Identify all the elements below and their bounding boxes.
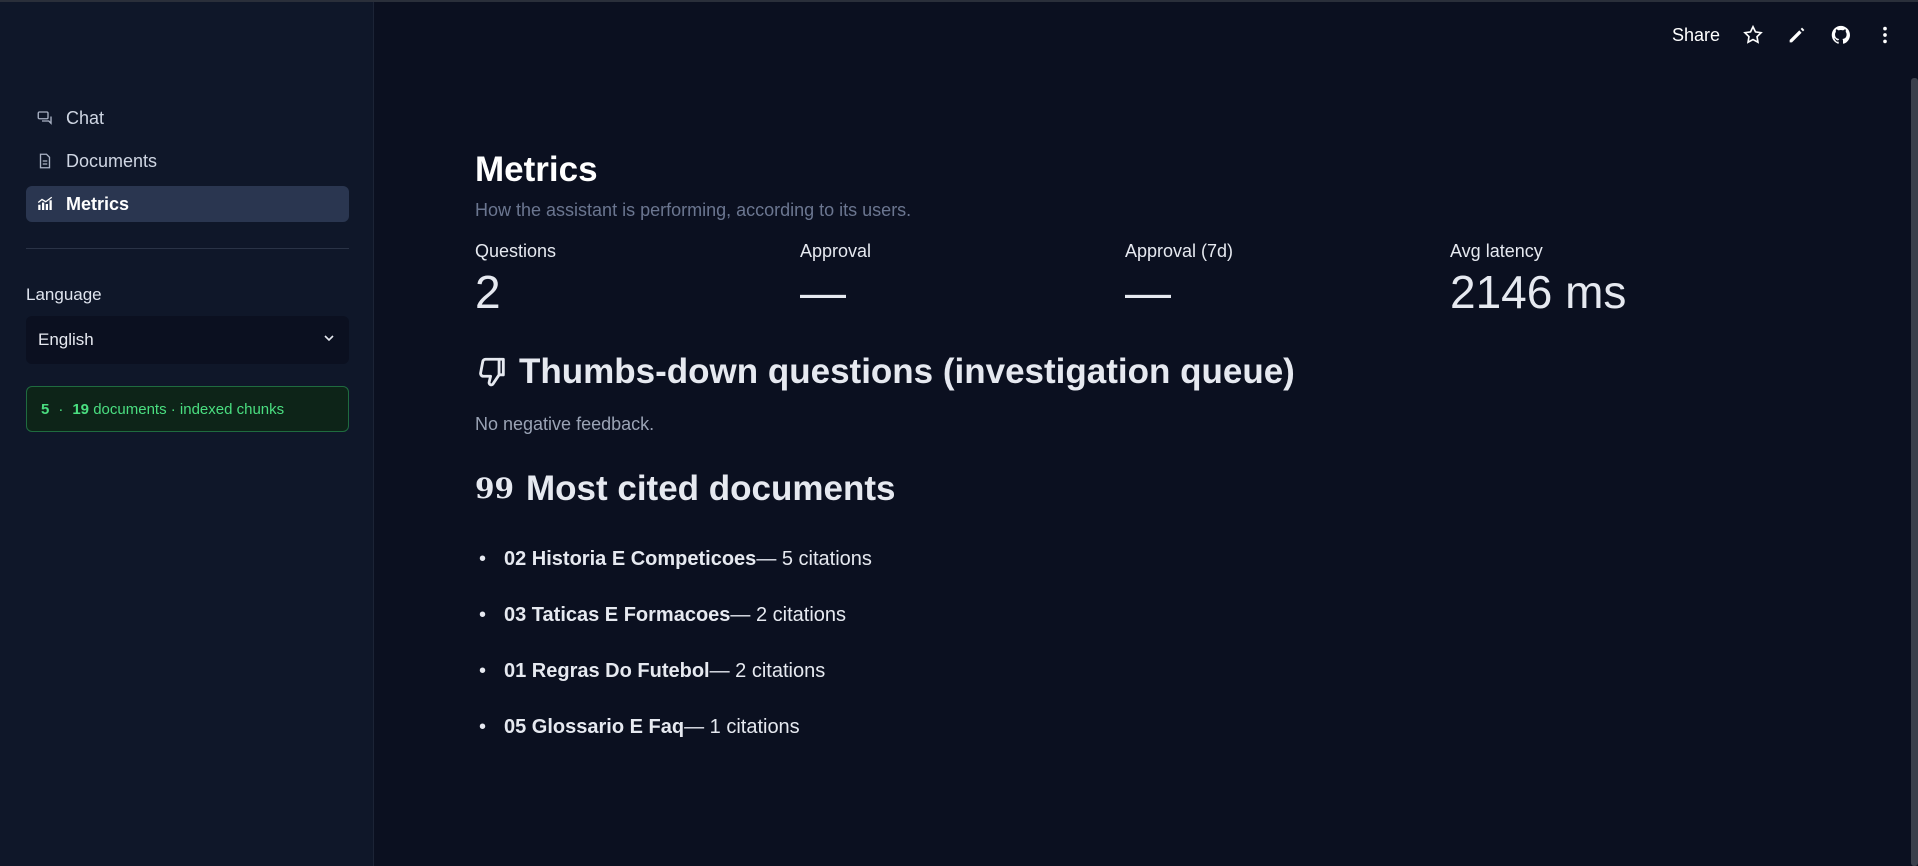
cited-documents-list: • 02 Historia E Competicoes — 5 citation… bbox=[475, 531, 1775, 755]
list-bullet: • bbox=[479, 715, 487, 738]
status-count-a: 5 bbox=[41, 400, 50, 418]
share-button[interactable]: Share bbox=[1672, 25, 1720, 46]
thumbs-down-icon bbox=[475, 355, 509, 389]
document-name: 01 Regras Do Futebol bbox=[504, 659, 710, 682]
chat-icon bbox=[36, 109, 54, 127]
stat-label: Approval bbox=[800, 241, 872, 261]
sidebar-item-label: Chat bbox=[66, 107, 105, 128]
language-value: English bbox=[38, 330, 94, 349]
metrics-content: Metrics How the assistant is performing,… bbox=[475, 150, 1775, 755]
stats-row: Questions 2 Approval — Approval (7d) — A… bbox=[475, 241, 1775, 318]
stat-approval: Approval — bbox=[800, 241, 1125, 318]
list-bullet: • bbox=[479, 659, 487, 682]
citation-count: — 5 citations bbox=[756, 547, 872, 570]
status-text: documents · indexed chunks bbox=[93, 400, 285, 418]
index-status-badge: 5 · 19 documents · indexed chunks bbox=[26, 386, 349, 432]
sidebar-divider bbox=[26, 248, 349, 249]
sidebar-item-chat[interactable]: Chat bbox=[26, 100, 349, 136]
stat-value: — bbox=[800, 266, 846, 318]
stat-questions: Questions 2 bbox=[475, 241, 800, 318]
chevron-down-icon bbox=[321, 330, 337, 351]
document-icon bbox=[36, 152, 54, 170]
sidebar: Chat Documents Metrics Language English … bbox=[0, 2, 374, 866]
chart-icon bbox=[36, 195, 54, 213]
thumbs-down-heading: Thumbs-down questions (investigation que… bbox=[475, 352, 1775, 392]
status-count-b: 19 bbox=[72, 400, 90, 418]
status-separator: · bbox=[58, 400, 64, 418]
page-title: Metrics bbox=[475, 150, 598, 189]
most-cited-heading: 99 Most cited documents bbox=[475, 469, 1775, 509]
sidebar-item-label: Metrics bbox=[66, 193, 130, 214]
stat-value: 2 bbox=[475, 266, 501, 318]
no-feedback-note: No negative feedback. bbox=[475, 414, 655, 434]
list-item: • 02 Historia E Competicoes — 5 citation… bbox=[475, 531, 1775, 587]
language-label: Language bbox=[26, 285, 102, 304]
citation-count: — 2 citations bbox=[709, 659, 826, 682]
sidebar-item-documents[interactable]: Documents bbox=[26, 143, 349, 179]
list-item: • 01 Regras Do Futebol — 2 citations bbox=[475, 643, 1775, 699]
citation-count: — 1 citations bbox=[684, 715, 800, 738]
scrollbar[interactable] bbox=[1911, 78, 1918, 866]
main-panel: Share Metrics How the assistant is perfo… bbox=[375, 2, 1918, 866]
sidebar-item-label: Documents bbox=[66, 150, 158, 171]
document-name: 02 Historia E Competicoes bbox=[504, 547, 757, 570]
document-name: 05 Glossario E Faq bbox=[504, 715, 685, 738]
edit-icon[interactable] bbox=[1786, 24, 1808, 46]
more-vertical-icon[interactable] bbox=[1874, 24, 1896, 46]
sidebar-item-metrics[interactable]: Metrics bbox=[26, 186, 349, 222]
star-icon[interactable] bbox=[1742, 24, 1764, 46]
citation-count: — 2 citations bbox=[730, 603, 847, 626]
stat-value: — bbox=[1125, 266, 1171, 318]
sidebar-nav: Chat Documents Metrics bbox=[26, 100, 349, 229]
github-icon[interactable] bbox=[1830, 24, 1852, 46]
list-bullet: • bbox=[479, 603, 487, 626]
stat-avg-latency: Avg latency 2146 ms bbox=[1450, 241, 1775, 318]
stat-value: 2146 ms bbox=[1450, 266, 1627, 318]
stat-label: Approval (7d) bbox=[1125, 241, 1234, 261]
stat-approval-7d: Approval (7d) — bbox=[1125, 241, 1450, 318]
stat-label: Avg latency bbox=[1450, 241, 1543, 261]
quote-icon: 99 bbox=[475, 472, 514, 505]
thumbs-down-title: Thumbs-down questions (investigation que… bbox=[519, 352, 1295, 391]
top-toolbar: Share bbox=[1672, 24, 1896, 46]
document-name: 03 Taticas E Formacoes bbox=[504, 603, 731, 626]
list-item: • 03 Taticas E Formacoes — 2 citations bbox=[475, 587, 1775, 643]
language-select[interactable]: English bbox=[26, 316, 349, 364]
most-cited-title: Most cited documents bbox=[525, 469, 896, 508]
stat-label: Questions bbox=[475, 241, 557, 261]
list-bullet: • bbox=[479, 547, 487, 570]
page-subtitle: How the assistant is performing, accordi… bbox=[475, 200, 912, 220]
list-item: • 05 Glossario E Faq — 1 citations bbox=[475, 699, 1775, 755]
